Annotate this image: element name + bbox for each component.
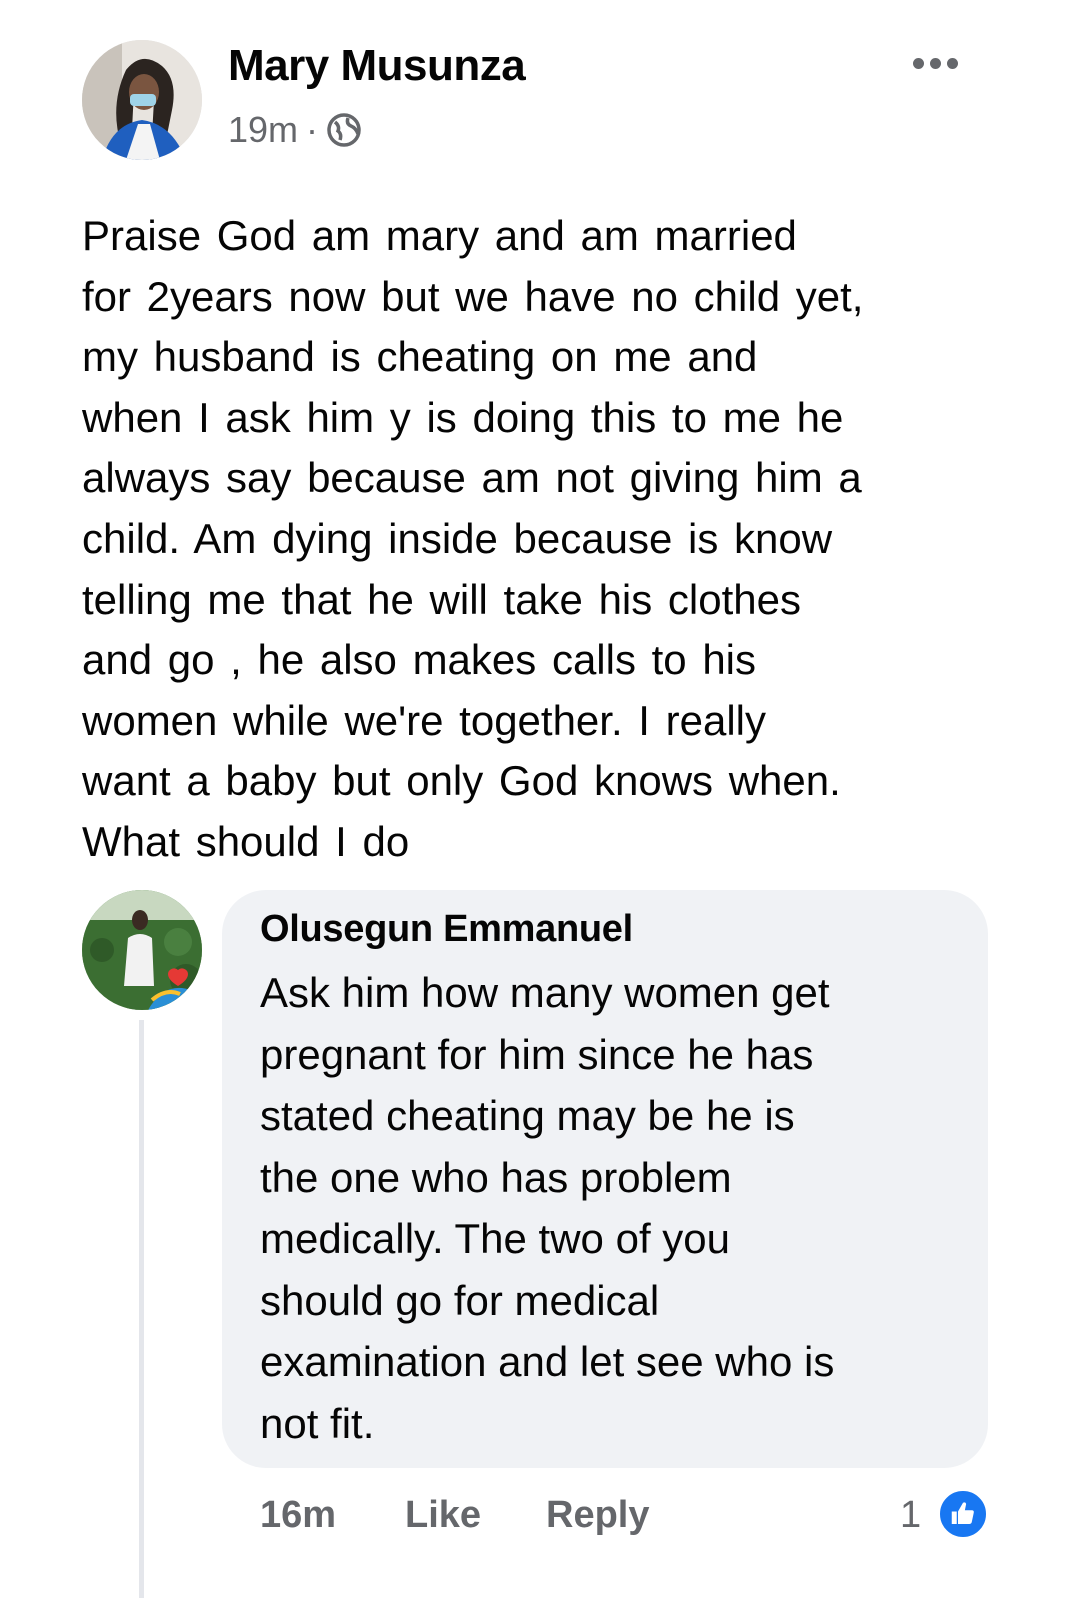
post-line: when I ask him y is doing this to me he (82, 393, 844, 441)
comment-line: Ask him how many women get (260, 969, 830, 1016)
comment-line: pregnant for him since he has (260, 1030, 814, 1078)
comment-thread-line (139, 1020, 144, 1598)
more-dots-icon (912, 57, 924, 69)
post-line: women while we're together. I really (82, 696, 767, 744)
post-line: and go , he also makes calls to his (82, 636, 757, 684)
post-meta: 19m · (228, 108, 362, 152)
post-line: want a baby but only God knows when. (82, 757, 841, 805)
post-line: my husband is cheating on me and (82, 333, 758, 381)
comment-time[interactable]: 16m (260, 1490, 336, 1540)
post-line: What should I do (82, 817, 410, 865)
reply-button[interactable]: Reply (546, 1490, 649, 1540)
post-line: Praise God am mary and am married (82, 212, 797, 259)
post-line: always say because am not giving him a (82, 454, 862, 502)
meta-separator: · (306, 109, 319, 150)
globe-icon (327, 113, 361, 147)
commenter-name[interactable]: Olusegun Emmanuel (260, 906, 633, 952)
thumbs-up-glyph (951, 1502, 974, 1524)
post-text: Praise God am mary and am married for 2y… (82, 206, 1022, 873)
more-options-button[interactable] (900, 48, 970, 78)
like-button[interactable]: Like (405, 1490, 481, 1540)
comment-line: the one who has problem (260, 1153, 732, 1201)
avatar-photo (82, 40, 202, 160)
post-line: child. Am dying inside because is know (82, 514, 833, 562)
post-line: telling me that he will take his clothes (82, 575, 802, 623)
post-line: for 2years now but we have no child yet, (82, 272, 864, 320)
comment-text: Ask him how many women get pregnant for … (260, 962, 960, 1454)
avatar-photo (82, 890, 202, 1010)
post-time[interactable]: 19m (228, 108, 298, 152)
author-avatar[interactable] (82, 40, 202, 160)
comment-line: should go for medical (260, 1276, 660, 1324)
post-author-name[interactable]: Mary Musunza (228, 40, 526, 92)
reaction-count[interactable]: 1 (900, 1490, 921, 1540)
commenter-avatar[interactable] (82, 890, 202, 1010)
comment-line: not fit. (260, 1399, 375, 1447)
comment-line: stated cheating may be he is (260, 1092, 795, 1139)
thumbs-up-icon[interactable] (937, 1488, 989, 1540)
comment-line: medically. The two of you (260, 1215, 730, 1262)
comment-line: examination and let see who is (260, 1338, 835, 1385)
